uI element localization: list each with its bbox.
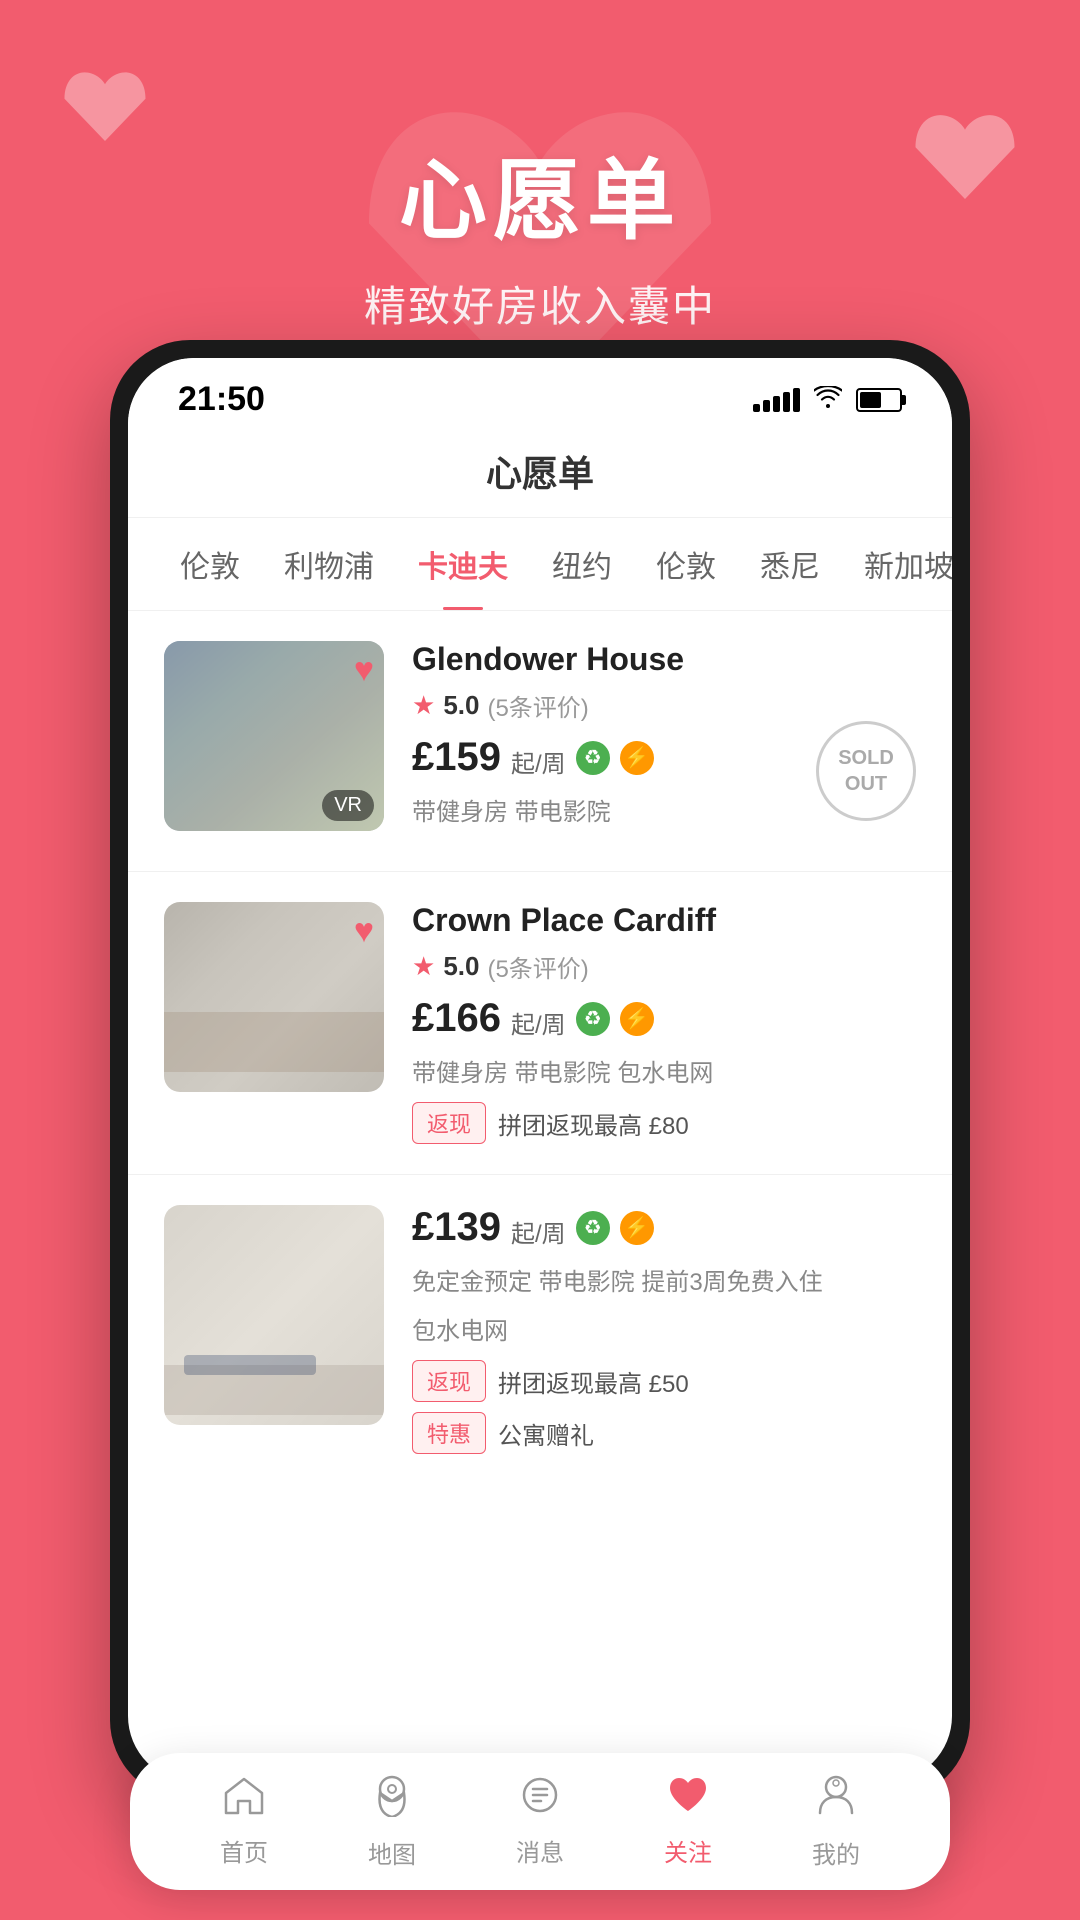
nav-item-message[interactable]: 消息 — [485, 1775, 595, 1868]
wishlist-heart-1[interactable]: ♥ — [354, 651, 374, 690]
tab-sydney[interactable]: 悉尼 — [738, 518, 842, 610]
page-title: 心愿单 — [486, 453, 594, 494]
tab-london2[interactable]: 伦敦 — [634, 518, 738, 610]
message-icon — [519, 1775, 561, 1825]
nav-item-profile[interactable]: 我的 — [781, 1773, 891, 1870]
rating-count-2: (5条评价) — [487, 949, 588, 984]
status-time: 21:50 — [178, 380, 265, 419]
rating-count-1: (5条评价) — [487, 688, 588, 723]
wifi-icon — [814, 384, 842, 415]
nav-item-home[interactable]: 首页 — [189, 1775, 299, 1868]
amenities-2: 带健身房 带电影院 包水电网 — [412, 1053, 916, 1088]
user-icon — [816, 1773, 856, 1827]
flash-badge-2: ⚡ — [620, 1002, 654, 1036]
nav-label-wishlist: 关注 — [664, 1833, 712, 1868]
listing-info-2: Crown Place Cardiff ★ 5.0 (5条评价) £166 起/… — [384, 902, 916, 1144]
nav-label-home: 首页 — [220, 1833, 268, 1868]
hero-section: 心愿单 精致好房收入囊中 — [0, 0, 1080, 334]
cashback-tag-2: 返现 — [412, 1102, 486, 1144]
listing-card-2[interactable]: ♥ Crown Place Cardiff ★ 5.0 (5条评价) £166 … — [128, 872, 952, 1175]
listing-card-3[interactable]: £139 起/周 ♻ ⚡ 免定金预定 带电影院 提前3周免费入住 包水电网 返现… — [128, 1175, 952, 1474]
listing-rating-2: ★ 5.0 (5条评价) — [412, 949, 916, 984]
price-2: £166 — [412, 996, 501, 1041]
listing-name-2: Crown Place Cardiff — [412, 902, 916, 939]
listing-img-1: ♥ VR — [164, 641, 384, 831]
tab-cardiff[interactable]: 卡迪夫 — [396, 518, 530, 610]
page-title-bar: 心愿单 — [128, 429, 952, 518]
listing-img-3 — [164, 1205, 384, 1425]
tab-liverpool[interactable]: 利物浦 — [262, 518, 396, 610]
listing-img-2: ♥ — [164, 902, 384, 1092]
price-unit-3: 起/周 — [511, 1214, 566, 1249]
amenities-3b: 包水电网 — [412, 1311, 916, 1346]
rating-score-1: 5.0 — [443, 690, 479, 721]
tab-london1[interactable]: 伦敦 — [158, 518, 262, 610]
nav-label-message: 消息 — [516, 1833, 564, 1868]
flash-badge-1: ⚡ — [620, 741, 654, 775]
hero-subtitle: 精致好房收入囊中 — [0, 273, 1080, 334]
home-icon — [223, 1775, 265, 1825]
listings-container: ♥ VR Glendower House ★ 5.0 (5条评价) £159 起… — [128, 611, 952, 1474]
cashback-tag-3: 返现 — [412, 1360, 486, 1402]
listing-rating-1: ★ 5.0 (5条评价) — [412, 688, 916, 723]
special-text-3: 公寓赠礼 — [498, 1416, 594, 1451]
phone-frame: 21:50 — [110, 340, 970, 1800]
map-pin-icon — [374, 1773, 410, 1827]
signal-icon — [753, 388, 800, 412]
bottom-nav: 首页 地图 消息 — [110, 1753, 970, 1890]
hero-title: 心愿单 — [0, 130, 1080, 257]
tab-singapore[interactable]: 新加坡 — [842, 518, 952, 610]
special-tag-3: 特惠 — [412, 1412, 486, 1454]
price-unit-2: 起/周 — [511, 1005, 566, 1040]
eco-badge-2: ♻ — [576, 1002, 610, 1036]
phone-screen: 21:50 — [128, 358, 952, 1782]
listing-name-1: Glendower House — [412, 641, 916, 678]
price-1: £159 — [412, 735, 501, 780]
tags-row-3a: 返现 拼团返现最高 £50 — [412, 1360, 916, 1402]
nav-label-map: 地图 — [368, 1835, 416, 1870]
flash-badge-3: ⚡ — [620, 1211, 654, 1245]
tab-newyork[interactable]: 纽约 — [530, 518, 634, 610]
star-icon-1: ★ — [412, 690, 435, 721]
price-unit-1: 起/周 — [511, 744, 566, 779]
wishlist-heart-2[interactable]: ♥ — [354, 912, 374, 951]
status-icons — [753, 384, 902, 415]
price-3: £139 — [412, 1205, 501, 1250]
cashback-text-3: 拼团返现最高 £50 — [498, 1364, 689, 1399]
nav-item-wishlist[interactable]: 关注 — [633, 1775, 743, 1868]
tabs-bar: 伦敦 利物浦 卡迪夫 纽约 伦敦 悉尼 新加坡 — [128, 518, 952, 611]
vr-badge-1: VR — [322, 790, 374, 821]
rating-score-2: 5.0 — [443, 951, 479, 982]
star-icon-2: ★ — [412, 951, 435, 982]
nav-label-profile: 我的 — [812, 1835, 860, 1870]
eco-badge-1: ♻ — [576, 741, 610, 775]
nav-item-map[interactable]: 地图 — [337, 1773, 447, 1870]
eco-badge-3: ♻ — [576, 1211, 610, 1245]
cashback-text-2: 拼团返现最高 £80 — [498, 1106, 689, 1141]
sold-out-badge: SOLD OUT — [816, 721, 916, 821]
tags-row-3b: 特惠 公寓赠礼 — [412, 1412, 916, 1454]
battery-icon — [856, 388, 902, 412]
heart-icon-active — [666, 1775, 710, 1825]
status-bar: 21:50 — [128, 358, 952, 429]
price-row-3: £139 起/周 ♻ ⚡ — [412, 1205, 916, 1250]
price-row-2: £166 起/周 ♻ ⚡ — [412, 996, 916, 1041]
amenities-3: 免定金预定 带电影院 提前3周免费入住 — [412, 1262, 916, 1297]
tags-row-2: 返现 拼团返现最高 £80 — [412, 1102, 916, 1144]
listing-info-3: £139 起/周 ♻ ⚡ 免定金预定 带电影院 提前3周免费入住 包水电网 返现… — [384, 1205, 916, 1454]
listing-card-1[interactable]: ♥ VR Glendower House ★ 5.0 (5条评价) £159 起… — [128, 611, 952, 872]
bottom-nav-inner: 首页 地图 消息 — [130, 1753, 950, 1890]
